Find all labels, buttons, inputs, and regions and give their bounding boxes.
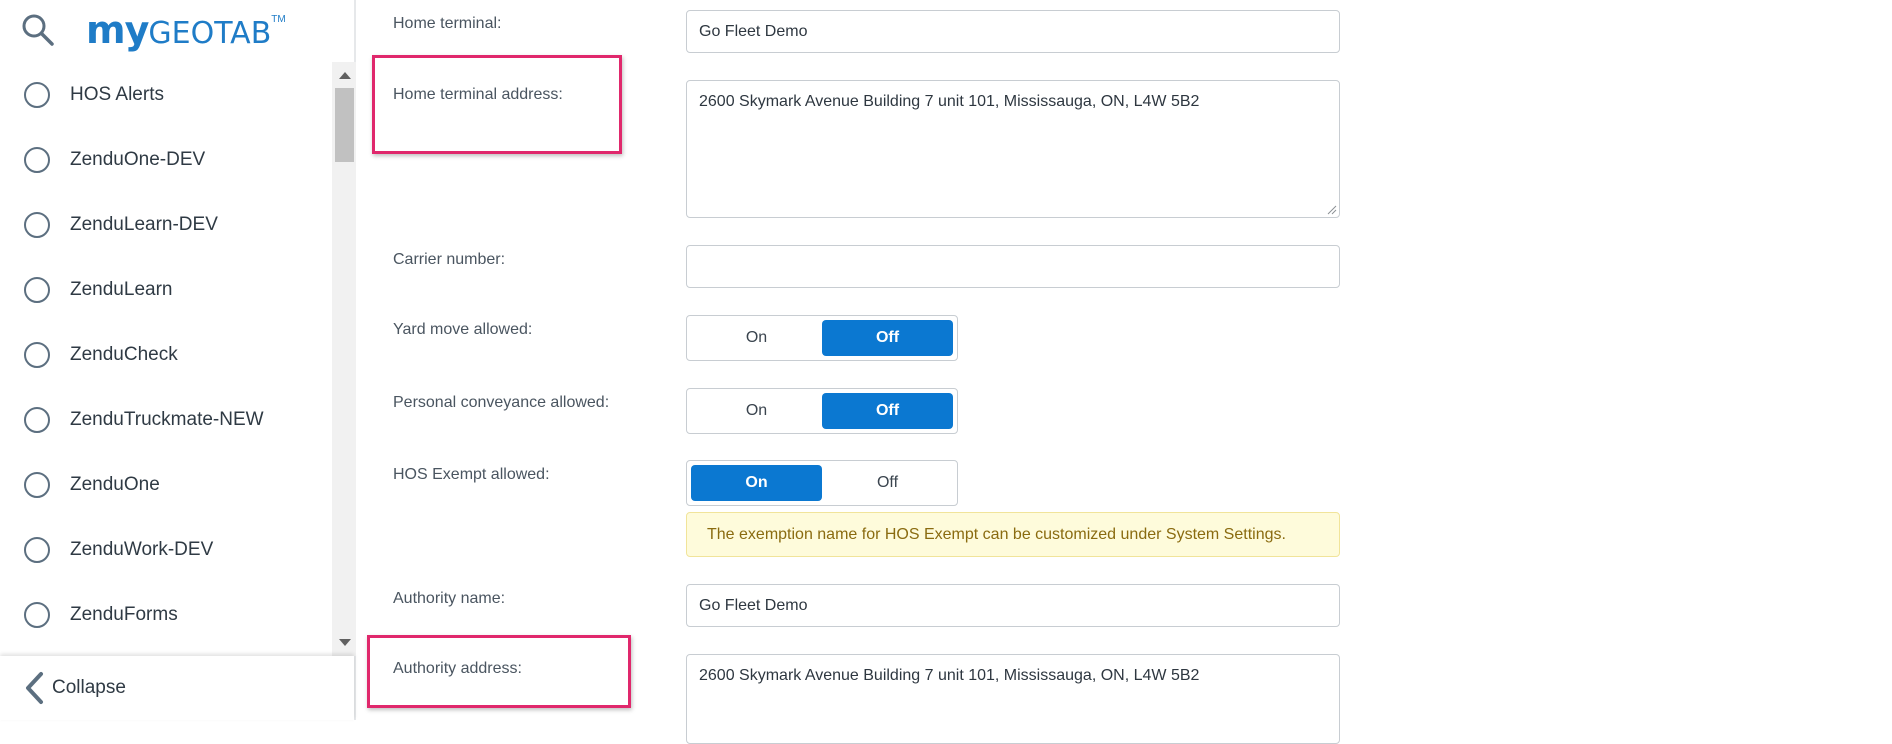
highlight-box-home-terminal-address [372,55,622,154]
home-terminal-address-textarea[interactable]: 2600 Skymark Avenue Building 7 unit 101,… [686,80,1340,218]
home-terminal-label: Home terminal: [393,15,502,32]
chevron-left-icon [26,672,43,704]
sidebar-item-label: ZenduLearn [70,278,173,300]
radio-circle-icon [24,276,50,303]
authority-address-value: 2600 Skymark Avenue Building 7 unit 101,… [699,667,1200,684]
radio-circle-icon [24,601,50,628]
radio-circle-icon [24,146,50,173]
radio-circle-icon [24,406,50,433]
authority-name-label: Authority name: [393,590,506,607]
personal-conveyance-on-option[interactable]: On [691,393,822,429]
sidebar-item-zenduone-dev[interactable]: ZenduOne-DEV [0,127,332,192]
sidebar-item-zenducheck[interactable]: ZenduCheck [0,322,332,387]
collapse-label: Collapse [52,677,126,698]
collapse-button[interactable]: Collapse [0,656,354,720]
sidebar-item-zendulearn[interactable]: ZenduLearn [0,257,332,322]
personal-conveyance-toggle: On Off [686,388,958,434]
sidebar-scrollbar[interactable] [332,62,356,656]
personal-conveyance-off-option[interactable]: Off [822,393,953,429]
radio-circle-icon [24,341,50,368]
authority-address-label: Authority address: [393,660,522,677]
home-terminal-input[interactable]: Go Fleet Demo [686,10,1340,53]
radio-circle-icon [24,536,50,563]
hos-exempt-off-option[interactable]: Off [822,465,953,501]
sidebar-item-label: HOS Alerts [70,83,164,105]
hos-exempt-note: The exemption name for HOS Exempt can be… [686,512,1340,557]
personal-conveyance-label: Personal conveyance allowed: [393,394,610,411]
logo-my: my [86,8,149,52]
home-terminal-address-value: 2600 Skymark Avenue Building 7 unit 101,… [699,93,1200,110]
sidebar-item-zendutruckmate-new[interactable]: ZenduTruckmate-NEW [0,387,332,452]
yard-move-label: Yard move allowed: [393,321,533,338]
sidebar-nav-list: HOS Alerts ZenduOne-DEV ZenduLearn-DEV Z… [0,62,332,656]
sidebar-item-label: ZenduTruckmate-NEW [70,408,264,430]
yard-move-off-option[interactable]: Off [822,320,953,356]
settings-form: Home terminal: Go Fleet Demo Home termin… [358,0,1892,744]
hos-exempt-label: HOS Exempt allowed: [393,466,550,483]
radio-circle-icon [24,471,50,498]
authority-address-textarea[interactable]: 2600 Skymark Avenue Building 7 unit 101,… [686,654,1340,744]
sidebar-item-zendulearn-dev[interactable]: ZenduLearn-DEV [0,192,332,257]
scrollbar-thumb[interactable] [335,88,354,162]
sidebar-item-label: ZenduOne-DEV [70,148,206,170]
sidebar-item-zenduforms[interactable]: ZenduForms [0,582,332,647]
yard-move-on-option[interactable]: On [691,320,822,356]
scroll-up-arrow-icon[interactable] [339,72,351,79]
sidebar-item-label: ZenduOne [70,473,160,495]
sidebar-header: my GEOTAB TM [0,0,356,62]
radio-circle-icon [24,211,50,238]
carrier-number-label: Carrier number: [393,251,506,268]
radio-circle-icon [24,81,50,108]
sidebar-item-label: ZenduForms [70,603,178,625]
yard-move-toggle: On Off [686,315,958,361]
sidebar-item-zenduone[interactable]: ZenduOne [0,452,332,517]
hos-exempt-on-option[interactable]: On [691,465,822,501]
sidebar-item-label: ZenduCheck [70,343,178,365]
logo-tm: TM [271,14,286,25]
home-terminal-address-label: Home terminal address: [393,86,563,103]
resize-grip-icon[interactable] [1325,203,1337,215]
scroll-down-arrow-icon[interactable] [339,639,351,646]
mygeotab-logo[interactable]: my GEOTAB TM [86,8,286,52]
sidebar-item-label: ZenduLearn-DEV [70,213,218,235]
hos-exempt-toggle: On Off [686,460,958,506]
sidebar-item-hos-alerts[interactable]: HOS Alerts [0,62,332,127]
carrier-number-input[interactable] [686,245,1340,288]
authority-name-input[interactable]: Go Fleet Demo [686,584,1340,627]
search-icon[interactable] [20,12,56,48]
sidebar-item-zenduwork-dev[interactable]: ZenduWork-DEV [0,517,332,582]
sidebar: my GEOTAB TM HOS Alerts ZenduOne-DEV Zen… [0,0,356,720]
logo-geotab: GEOTAB [148,16,272,51]
sidebar-item-label: ZenduWork-DEV [70,538,214,560]
